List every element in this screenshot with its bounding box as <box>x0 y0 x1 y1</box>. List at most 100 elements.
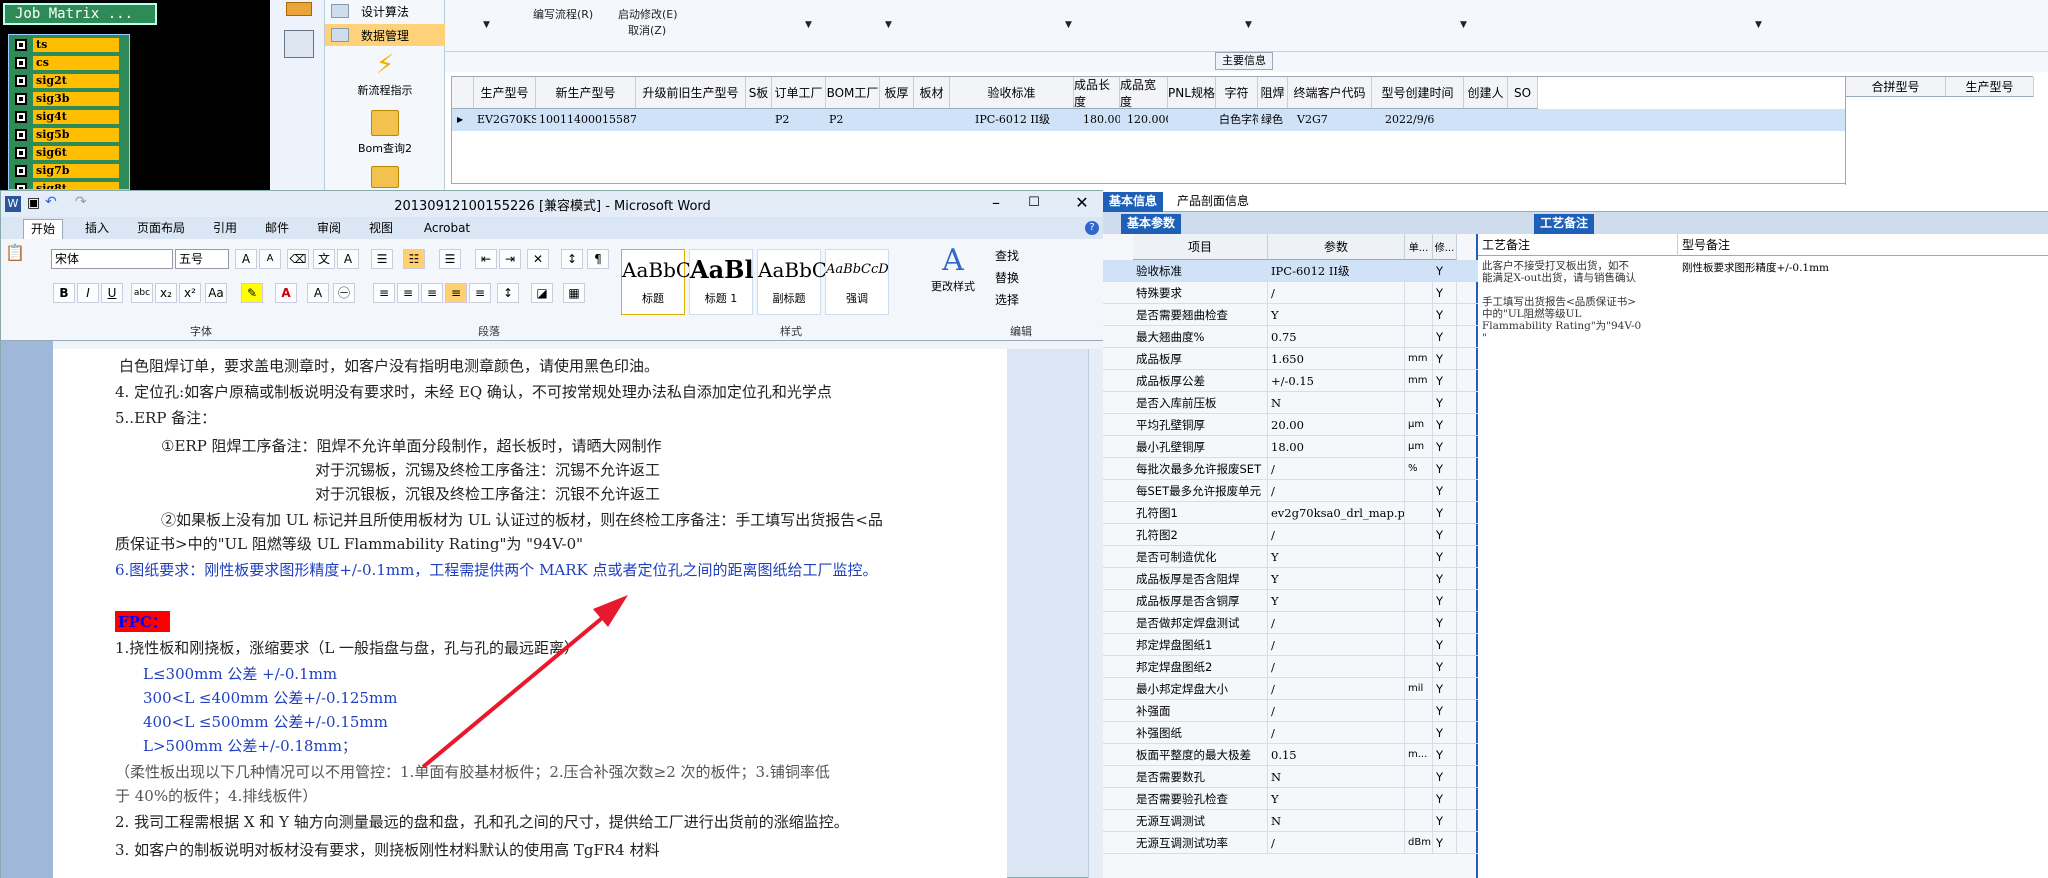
param-cell[interactable]: mm <box>1405 370 1433 392</box>
layer-row[interactable]: cs <box>9 55 129 71</box>
layer-row[interactable]: sig3b <box>9 91 129 107</box>
tab-mailings[interactable]: 邮件 <box>257 219 297 239</box>
param-cell[interactable]: Y <box>1433 634 1457 656</box>
param-cell[interactable]: Y <box>1268 568 1405 590</box>
toolbox-icon[interactable] <box>284 30 314 58</box>
param-cell[interactable]: Y <box>1433 744 1457 766</box>
column-header[interactable]: 验收标准 <box>950 77 1074 109</box>
param-cell[interactable] <box>1405 326 1433 348</box>
param-row[interactable]: 成品板厚是否含阻焊 Y Y <box>1103 568 1478 590</box>
param-cell[interactable]: 最小孔壁铜厚 <box>1133 436 1268 458</box>
param-cell[interactable]: Y <box>1268 304 1405 326</box>
param-cell[interactable] <box>1405 480 1433 502</box>
param-cell[interactable]: Y <box>1433 436 1457 458</box>
checkbox-icon[interactable] <box>15 57 27 69</box>
param-cell[interactable]: 20.00 <box>1268 414 1405 436</box>
param-cell[interactable]: / <box>1268 612 1405 634</box>
checkbox-icon[interactable] <box>15 93 27 105</box>
decrease-indent-icon[interactable]: ⇤ <box>475 249 497 269</box>
tab-view[interactable]: 视图 <box>361 219 401 239</box>
table-cell[interactable]: V2G7 <box>1294 109 1372 131</box>
font-color-icon[interactable]: A <box>275 283 297 303</box>
param-cell[interactable]: / <box>1268 480 1405 502</box>
param-cell[interactable]: Y <box>1433 568 1457 590</box>
param-cell[interactable]: 成品板厚是否含阻焊 <box>1133 568 1268 590</box>
param-cell[interactable] <box>1405 766 1433 788</box>
param-row[interactable]: 成品板厚是否含铜厚 Y Y <box>1103 590 1478 612</box>
param-cell[interactable]: / <box>1268 524 1405 546</box>
chevron-down-icon[interactable]: ▼ <box>885 20 892 30</box>
column-header[interactable]: 型号备注 <box>1678 234 2048 256</box>
param-cell[interactable]: N <box>1268 766 1405 788</box>
style-emphasis[interactable]: AaBbCcD 强调 <box>825 249 889 315</box>
param-cell[interactable]: Y <box>1433 480 1457 502</box>
param-cell[interactable]: Y <box>1433 326 1457 348</box>
tab-basic-params[interactable]: 基本参数 <box>1121 214 1182 234</box>
chevron-down-icon[interactable]: ▼ <box>1245 20 1252 30</box>
tab-home[interactable]: 开始 <box>23 219 63 239</box>
param-cell[interactable]: / <box>1268 700 1405 722</box>
param-row[interactable]: 是否需要数孔 N Y <box>1103 766 1478 788</box>
param-cell[interactable]: 是否需要翘曲检查 <box>1133 304 1268 326</box>
close-button[interactable]: ✕ <box>1069 194 1095 214</box>
param-cell[interactable] <box>1405 304 1433 326</box>
param-cell[interactable]: Y <box>1433 304 1457 326</box>
param-cell[interactable]: 平均孔壁铜厚 <box>1133 414 1268 436</box>
layer-name[interactable]: sig8t <box>33 182 119 189</box>
sort-icon[interactable]: ↕ <box>561 249 583 269</box>
column-header[interactable]: 修... <box>1433 234 1457 260</box>
param-cell[interactable]: Y <box>1433 722 1457 744</box>
justify-icon[interactable]: ≡ <box>445 283 467 303</box>
bold-button[interactable]: B <box>53 283 75 303</box>
font-size-select[interactable]: 五号 <box>175 249 229 269</box>
style-title[interactable]: AaBbC 标题 <box>621 249 691 315</box>
bom-query-button[interactable]: Bom查询2 <box>325 110 445 156</box>
style-subtitle[interactable]: AaBbC 副标题 <box>757 249 827 315</box>
param-row[interactable]: 补强面 / Y <box>1103 700 1478 722</box>
table-cell[interactable]: EV2G70KSA0 <box>474 109 536 131</box>
paste-icon[interactable]: 📋 <box>5 243 35 313</box>
param-row[interactable]: 成品板厚公差 +/-0.15 mm Y <box>1103 370 1478 392</box>
param-cell[interactable]: 最小邦定焊盘大小 <box>1133 678 1268 700</box>
strikethrough-button[interactable]: abc <box>131 283 153 303</box>
column-header[interactable]: S板 <box>746 77 772 109</box>
param-cell[interactable]: 邦定焊盘图纸2 <box>1133 656 1268 678</box>
param-row[interactable]: 邦定焊盘图纸1/ Y <box>1103 634 1478 656</box>
shrink-font-icon[interactable]: A <box>259 249 281 269</box>
chevron-down-icon[interactable]: ▼ <box>483 20 490 30</box>
param-cell[interactable] <box>1405 524 1433 546</box>
align-right-icon[interactable]: ≡ <box>421 283 443 303</box>
param-cell[interactable]: 0.75 <box>1268 326 1405 348</box>
column-header[interactable]: BOM工厂 <box>826 77 880 109</box>
param-cell[interactable]: N <box>1268 810 1405 832</box>
word-logo-icon[interactable]: W <box>5 196 21 212</box>
param-cell[interactable]: 是否可制造优化 <box>1133 546 1268 568</box>
checkbox-icon[interactable] <box>15 129 27 141</box>
param-row[interactable]: 成品板厚 1.650 mm Y <box>1103 348 1478 370</box>
param-row[interactable]: 最大翘曲度% 0.75 Y <box>1103 326 1478 348</box>
redo-icon[interactable]: ↷ <box>75 194 87 210</box>
param-row[interactable]: 是否入库前压板 N Y <box>1103 392 1478 414</box>
align-left-icon[interactable]: ≡ <box>373 283 395 303</box>
param-cell[interactable]: μm <box>1405 436 1433 458</box>
param-cell[interactable]: mil <box>1405 678 1433 700</box>
tab-layout[interactable]: 页面布局 <box>129 219 193 239</box>
param-cell[interactable] <box>1405 282 1433 304</box>
param-cell[interactable]: Y <box>1433 524 1457 546</box>
param-row[interactable]: 无源互调测试 N Y <box>1103 810 1478 832</box>
param-cell[interactable]: Y <box>1433 766 1457 788</box>
vertical-scrollbar[interactable] <box>1088 349 1104 878</box>
param-cell[interactable]: m... <box>1405 744 1433 766</box>
new-flow-button[interactable]: ⚡ 新流程指示 <box>325 52 445 98</box>
param-cell[interactable]: Y <box>1433 832 1457 854</box>
chevron-down-icon[interactable]: ▼ <box>805 20 812 30</box>
chevron-down-icon[interactable]: ▼ <box>1460 20 1467 30</box>
layer-row[interactable]: sig6t <box>9 145 129 161</box>
merge-model-grid[interactable]: 合拼型号 生产型号 <box>1845 77 2034 185</box>
nav-design-algorithm[interactable]: 设计算法 <box>325 0 445 22</box>
layer-name[interactable]: sig4t <box>33 110 119 124</box>
layer-name[interactable]: sig3b <box>33 92 119 106</box>
column-header[interactable]: 单... <box>1405 234 1433 260</box>
table-cell[interactable]: 180.000 <box>1080 109 1120 131</box>
checkbox-icon[interactable] <box>15 183 27 189</box>
